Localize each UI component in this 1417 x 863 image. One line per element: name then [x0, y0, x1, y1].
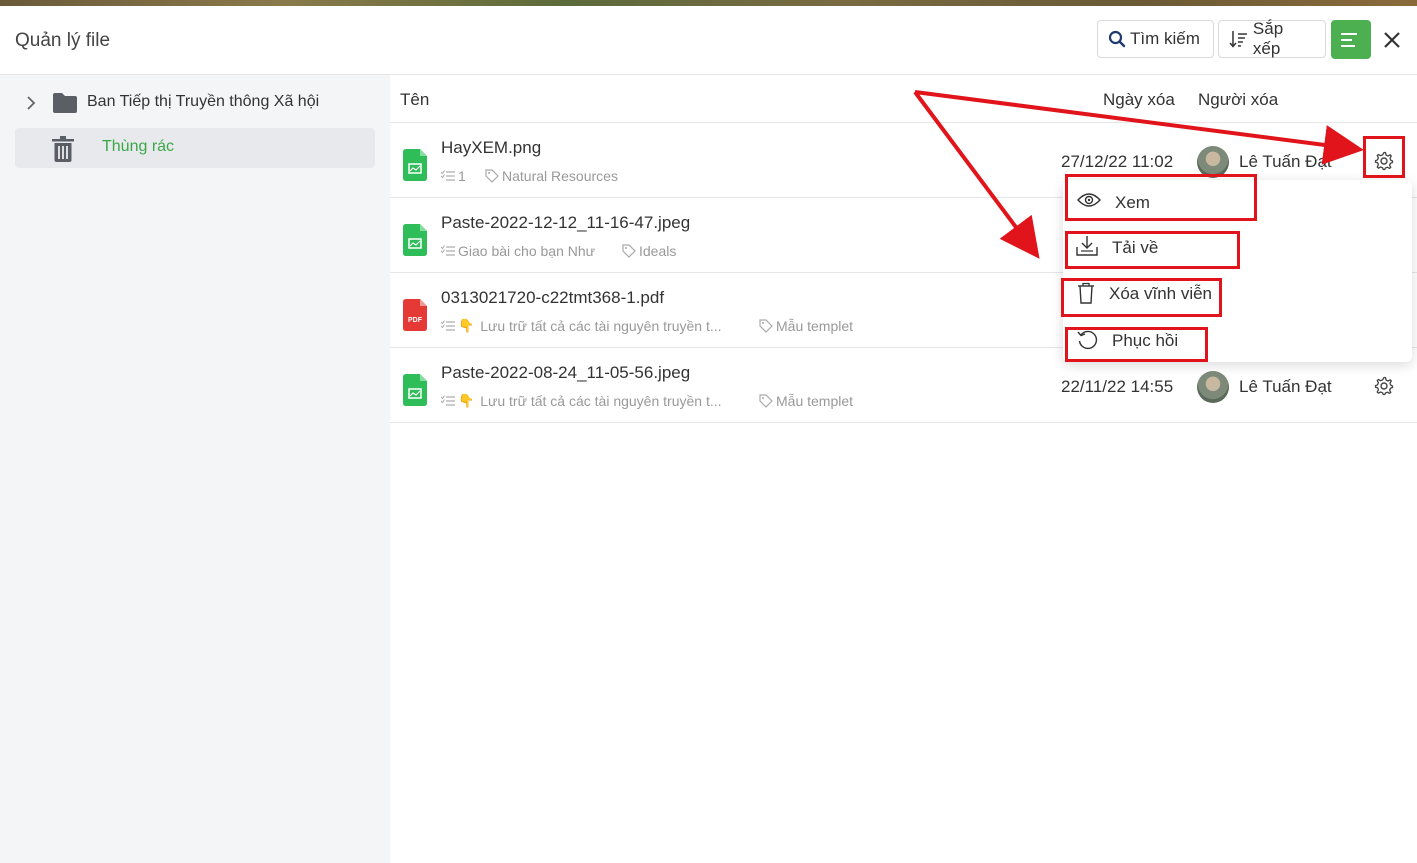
sidebar: Ban Tiếp thị Truyền thông Xã hội Thùng r… [0, 75, 390, 863]
gear-icon[interactable] [1374, 376, 1394, 396]
sidebar-item-trash[interactable]: Thùng rác [15, 128, 375, 168]
file-meta-text: Lưu trữ tất cả các tài nguyên truyền t..… [480, 318, 722, 334]
deleted-date: 27/12/22 11:02 [1061, 152, 1174, 171]
avatar [1197, 146, 1229, 178]
eye-icon [1077, 193, 1101, 207]
file-name[interactable]: Paste-2022-12-12_11-16-47.jpeg [441, 213, 690, 233]
column-header-deleted-by[interactable]: Người xóa [1198, 90, 1278, 110]
sidebar-item-label: Thùng rác [102, 138, 175, 155]
search-icon [1108, 30, 1126, 48]
download-icon [1076, 236, 1098, 256]
file-tag-text: Natural Resources [502, 168, 618, 184]
avatar [1197, 371, 1229, 403]
file-name[interactable]: HayXEM.png [441, 138, 541, 158]
file-tag-text: Mẫu templet [776, 318, 854, 334]
sidebar-item-label: Ban Tiếp thị Truyền thông Xã hội [87, 93, 320, 110]
pdf-badge: PDF [408, 317, 423, 324]
file-meta-task: Giao bài cho bạn Như [441, 243, 595, 259]
file-meta-text: Lưu trữ tất cả các tài nguyên truyền t..… [480, 393, 722, 409]
checklist-icon [441, 245, 455, 256]
folder-icon [53, 93, 77, 113]
column-header-name[interactable]: Tên [400, 90, 429, 110]
pointing-hand-icon: 👇 [458, 393, 475, 408]
file-name[interactable]: Paste-2022-08-24_11-05-56.jpeg [441, 363, 690, 383]
search-button[interactable]: Tìm kiếm [1097, 20, 1214, 58]
gear-icon[interactable] [1374, 151, 1394, 171]
chevron-right-icon[interactable] [23, 95, 39, 111]
menu-item-restore[interactable]: Phục hồi [1063, 318, 1412, 362]
menu-item-label: Phục hồi [1112, 331, 1179, 350]
menu-item-label: Tải về [1112, 238, 1159, 257]
page-title: Quản lý file [15, 30, 111, 51]
restore-icon [1077, 330, 1098, 350]
deleted-by-user: Lê Tuấn Đạt [1239, 377, 1332, 396]
context-menu: Xem Tải về Xóa vĩnh viễn Phục hồi [1063, 180, 1412, 362]
menu-item-delete-forever[interactable]: Xóa vĩnh viễn [1063, 272, 1412, 316]
tag-icon [759, 394, 773, 408]
file-meta-task: 1 [441, 168, 466, 184]
tag-icon [622, 244, 636, 258]
search-button-label: Tìm kiếm [1130, 29, 1200, 48]
menu-item-label: Xóa vĩnh viễn [1109, 284, 1213, 303]
close-icon[interactable] [1380, 28, 1404, 52]
file-tag-text: Ideals [639, 243, 677, 259]
menu-lines-icon [1341, 32, 1357, 47]
image-file-icon [403, 374, 427, 406]
file-meta-text: 1 [458, 168, 466, 184]
deleted-date: 22/11/22 14:55 [1061, 377, 1174, 396]
menu-toggle-button[interactable] [1331, 20, 1371, 59]
trash-icon [52, 136, 74, 162]
file-tag: Natural Resources [485, 168, 618, 184]
checklist-icon [441, 395, 455, 406]
tag-icon [759, 319, 773, 333]
pointing-hand-icon: 👇 [458, 318, 475, 333]
file-tag: Mẫu templet [759, 393, 853, 409]
column-header-deleted-date[interactable]: Ngày xóa [1103, 90, 1175, 110]
deleted-by-user: Lê Tuấn Đạt [1239, 152, 1332, 171]
menu-item-view[interactable]: Xem [1063, 180, 1412, 224]
file-tag: Mẫu templet [759, 318, 853, 334]
checklist-icon [441, 170, 455, 181]
file-name[interactable]: 0313021720-c22tmt368-1.pdf [441, 288, 664, 308]
checklist-icon [441, 320, 455, 331]
menu-item-label: Xem [1115, 193, 1150, 212]
sort-button[interactable]: Sắp xếp [1218, 19, 1326, 58]
file-meta-task: 👇 Lưu trữ tất cả các tài nguyên truyền t… [441, 318, 722, 334]
image-file-icon [403, 224, 427, 256]
pdf-file-icon: PDF [403, 299, 427, 331]
sort-icon [1229, 31, 1247, 48]
table-header: Tên Ngày xóa Người xóa [390, 75, 1417, 123]
tag-icon [485, 169, 499, 183]
modal-header: Quản lý file Tìm kiếm Sắp xếp [0, 6, 1417, 75]
file-meta-task: 👇 Lưu trữ tất cả các tài nguyên truyền t… [441, 393, 722, 409]
image-file-icon [403, 149, 427, 181]
sidebar-item-folder[interactable]: Ban Tiếp thị Truyền thông Xã hội [15, 83, 375, 123]
file-tag: Ideals [622, 243, 676, 259]
sort-button-label: Sắp xếp [1252, 19, 1284, 58]
file-tag-text: Mẫu templet [776, 393, 854, 409]
menu-item-download[interactable]: Tải về [1063, 226, 1412, 270]
file-meta-text: Giao bài cho bạn Như [458, 243, 596, 259]
trash-outline-icon [1078, 282, 1094, 304]
